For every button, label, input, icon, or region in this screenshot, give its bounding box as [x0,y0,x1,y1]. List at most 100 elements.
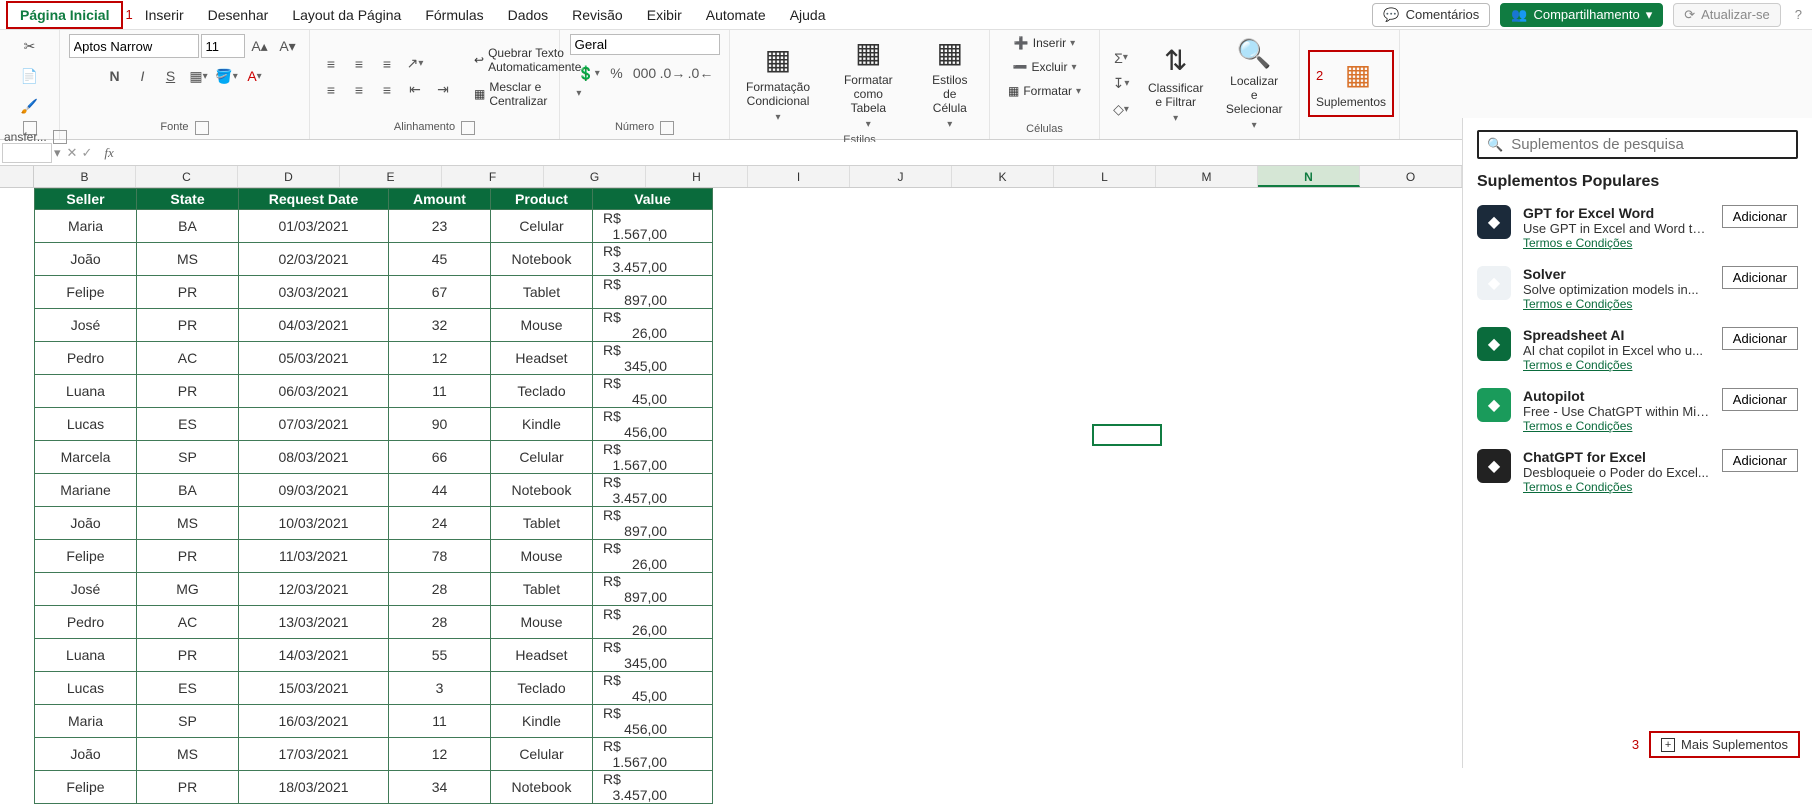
underline-button[interactable]: S [158,64,184,88]
addin-add-button[interactable]: Adicionar [1722,388,1798,411]
table-cell[interactable]: 28 [389,606,491,639]
table-cell[interactable]: Tablet [491,276,593,309]
addin-terms-link[interactable]: Termos e Condições [1523,236,1710,250]
table-cell[interactable]: Kindle [491,408,593,441]
decrease-indent-icon[interactable]: ⇤ [402,78,428,102]
table-cell[interactable]: MS [137,243,239,276]
table-cell[interactable]: Teclado [491,375,593,408]
tab-view[interactable]: Exibir [635,3,694,27]
table-cell[interactable]: PR [137,639,239,672]
insert-cells-button[interactable]: ➕Inserir [1010,34,1079,52]
table-row[interactable]: LucasES07/03/202190KindleR$456,00 [35,408,713,441]
addin-add-button[interactable]: Adicionar [1722,327,1798,350]
table-cell[interactable]: SP [137,441,239,474]
increase-font-icon[interactable]: A▴ [247,34,273,58]
table-row[interactable]: MarianeBA09/03/202144NotebookR$3.457,00 [35,474,713,507]
table-cell-value[interactable]: R$26,00 [593,606,713,639]
table-cell[interactable]: Celular [491,210,593,243]
increase-decimal-icon[interactable]: .0→ [660,61,686,85]
table-row[interactable]: JoãoMS17/03/202112CelularR$1.567,00 [35,738,713,771]
col-header-I[interactable]: I [748,166,850,187]
table-cell[interactable]: PR [137,309,239,342]
table-cell[interactable]: Luana [35,639,137,672]
table-cell[interactable]: Mouse [491,606,593,639]
table-cell[interactable]: José [35,309,137,342]
number-launcher-icon[interactable] [660,121,674,135]
table-cell[interactable]: Mariane [35,474,137,507]
col-header-D[interactable]: D [238,166,340,187]
table-cell[interactable]: 18/03/2021 [239,771,389,804]
decrease-decimal-icon[interactable]: .0← [688,61,714,85]
tab-insert[interactable]: Inserir [133,3,196,27]
table-row[interactable]: FelipePR03/03/202167TabletR$897,00 [35,276,713,309]
table-row[interactable]: MarcelaSP08/03/202166CelularR$1.567,00 [35,441,713,474]
table-cell-value[interactable]: R$345,00 [593,639,713,672]
table-cell[interactable]: João [35,507,137,540]
align-right-icon[interactable]: ≡ [374,78,400,102]
tab-review[interactable]: Revisão [560,3,635,27]
table-cell[interactable]: 08/03/2021 [239,441,389,474]
table-row[interactable]: MariaSP16/03/202111KindleR$456,00 [35,705,713,738]
fill-color-button[interactable]: 🪣 [214,64,240,88]
addin-terms-link[interactable]: Termos e Condições [1523,480,1710,494]
table-cell[interactable]: 12/03/2021 [239,573,389,606]
table-cell[interactable]: Maria [35,210,137,243]
table-cell[interactable]: Celular [491,441,593,474]
table-cell[interactable]: Tablet [491,507,593,540]
table-cell-value[interactable]: R$3.457,00 [593,243,713,276]
table-cell[interactable]: João [35,243,137,276]
tab-draw[interactable]: Desenhar [196,3,281,27]
table-row[interactable]: JoséMG12/03/202128TabletR$897,00 [35,573,713,606]
more-addins-button[interactable]: + Mais Suplementos [1649,731,1800,758]
transfer-launcher-icon[interactable] [53,130,67,144]
tab-formulas[interactable]: Fórmulas [413,3,495,27]
cut-icon[interactable]: ✂ [17,34,43,58]
sort-filter-button[interactable]: ⇅Classificar e Filtrar [1140,42,1211,126]
format-painter-icon[interactable]: 🖌️ [17,94,43,118]
align-center-icon[interactable]: ≡ [346,78,372,102]
table-cell[interactable]: MS [137,738,239,771]
col-header-M[interactable]: M [1156,166,1258,187]
table-row[interactable]: FelipePR18/03/202134NotebookR$3.457,00 [35,771,713,804]
table-cell[interactable]: Teclado [491,672,593,705]
tab-help[interactable]: Ajuda [778,3,838,27]
copy-icon[interactable]: 📄 [17,64,43,88]
table-row[interactable]: JoãoMS10/03/202124TabletR$897,00 [35,507,713,540]
table-cell[interactable]: 23 [389,210,491,243]
italic-button[interactable]: I [130,64,156,88]
orientation-icon[interactable]: ↗ [402,52,428,76]
table-row[interactable]: JoséPR04/03/202132MouseR$26,00 [35,309,713,342]
fill-button[interactable]: ↧ [1108,72,1134,96]
fx-icon[interactable]: fx [98,145,119,161]
col-header-N[interactable]: N [1258,166,1360,187]
table-cell[interactable]: Notebook [491,474,593,507]
table-cell[interactable]: 32 [389,309,491,342]
enter-formula-icon[interactable]: ✓ [81,145,92,161]
table-cell[interactable]: Felipe [35,771,137,804]
table-cell[interactable]: BA [137,210,239,243]
addin-add-button[interactable]: Adicionar [1722,205,1798,228]
table-cell[interactable]: PR [137,540,239,573]
table-cell[interactable]: Tablet [491,573,593,606]
col-header-H[interactable]: H [646,166,748,187]
number-format-select[interactable] [570,34,720,55]
table-cell[interactable]: Mouse [491,309,593,342]
format-cells-button[interactable]: ▦Formatar [1004,82,1085,100]
addin-add-button[interactable]: Adicionar [1722,449,1798,472]
font-select[interactable] [69,34,199,58]
align-left-icon[interactable]: ≡ [318,78,344,102]
table-cell[interactable]: José [35,573,137,606]
addins-search-input[interactable] [1511,136,1788,153]
table-row[interactable]: PedroAC13/03/202128MouseR$26,00 [35,606,713,639]
table-cell[interactable]: Maria [35,705,137,738]
addin-add-button[interactable]: Adicionar [1722,266,1798,289]
table-row[interactable]: LuanaPR14/03/202155HeadsetR$345,00 [35,639,713,672]
table-cell[interactable]: Lucas [35,408,137,441]
border-button[interactable]: ▦ [186,64,212,88]
table-cell-value[interactable]: R$45,00 [593,375,713,408]
table-cell[interactable]: ES [137,408,239,441]
table-cell[interactable]: 12 [389,342,491,375]
table-cell[interactable]: 01/03/2021 [239,210,389,243]
autosum-button[interactable]: Σ [1108,46,1134,70]
table-cell[interactable]: MS [137,507,239,540]
